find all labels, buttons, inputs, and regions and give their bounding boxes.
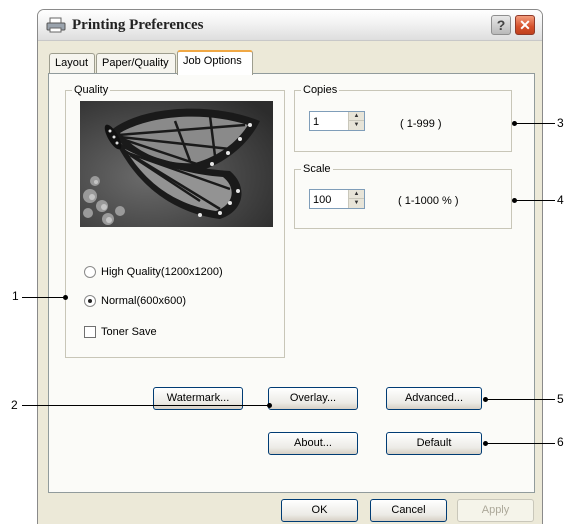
callout-4: 4 xyxy=(557,193,564,207)
quality-group-label: Quality xyxy=(72,84,111,96)
toner-save-checkbox[interactable] xyxy=(84,326,96,338)
copies-range: ( 1-999 ) xyxy=(400,118,442,130)
scale-group-label: Scale xyxy=(301,163,333,175)
tab-paper-quality[interactable]: Paper/Quality xyxy=(96,53,176,73)
copies-group-label: Copies xyxy=(301,84,340,96)
callout-1: 1 xyxy=(12,289,19,303)
overlay-button[interactable]: Overlay... xyxy=(268,387,358,410)
about-button[interactable]: About... xyxy=(268,432,358,455)
advanced-button[interactable]: Advanced... xyxy=(386,387,482,410)
callout-3-dot xyxy=(512,121,517,126)
copies-spinner[interactable]: ▲ ▼ xyxy=(348,112,364,130)
quality-preview-image xyxy=(80,101,273,227)
callout-5-dot xyxy=(483,397,488,402)
callout-1-line xyxy=(22,297,66,298)
callout-2-line xyxy=(22,405,270,406)
cancel-button[interactable]: Cancel xyxy=(370,499,447,522)
ok-button[interactable]: OK xyxy=(281,499,358,522)
apply-button[interactable]: Apply xyxy=(457,499,534,522)
high-quality-label: High Quality(1200x1200) xyxy=(101,266,223,278)
title-bar[interactable]: Printing Preferences ? ✕ xyxy=(38,10,542,41)
help-icon[interactable]: ? xyxy=(491,15,511,35)
butterfly-photo xyxy=(80,101,273,227)
window-title: Printing Preferences xyxy=(72,17,204,33)
callout-6-line xyxy=(485,443,555,444)
callout-4-dot xyxy=(512,198,517,203)
toner-save-label: Toner Save xyxy=(101,326,157,338)
callout-5-line xyxy=(485,399,555,400)
high-quality-radio[interactable] xyxy=(84,266,96,278)
default-button[interactable]: Default xyxy=(386,432,482,455)
callout-2-dot xyxy=(267,403,272,408)
spin-down-icon[interactable]: ▼ xyxy=(349,121,364,130)
watermark-button[interactable]: Watermark... xyxy=(153,387,243,410)
spin-up-icon[interactable]: ▲ xyxy=(349,112,364,121)
tab-job-options[interactable]: Job Options xyxy=(177,50,253,75)
callout-1-dot xyxy=(63,295,68,300)
callout-6: 6 xyxy=(557,435,564,449)
spin-down-icon[interactable]: ▼ xyxy=(349,199,364,208)
callout-6-dot xyxy=(483,441,488,446)
scale-spinner[interactable]: ▲ ▼ xyxy=(348,190,364,208)
spin-up-icon[interactable]: ▲ xyxy=(349,190,364,199)
close-icon[interactable]: ✕ xyxy=(515,15,535,35)
callout-3-line xyxy=(514,123,555,124)
tab-layout[interactable]: Layout xyxy=(49,53,95,73)
normal-quality-label: Normal(600x600) xyxy=(101,295,186,307)
normal-quality-radio[interactable] xyxy=(84,295,96,307)
callout-2: 2 xyxy=(11,398,18,412)
printer-icon xyxy=(46,17,66,33)
callout-3: 3 xyxy=(557,116,564,130)
callout-5: 5 xyxy=(557,392,564,406)
callout-4-line xyxy=(514,200,555,201)
scale-range: ( 1-1000 % ) xyxy=(398,195,459,207)
